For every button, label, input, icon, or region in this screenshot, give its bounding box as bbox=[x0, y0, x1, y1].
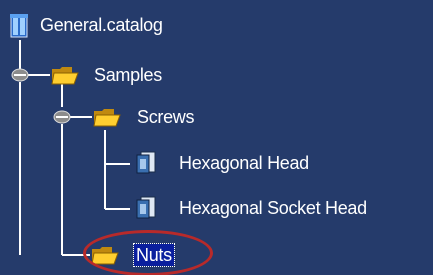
annotation-circle bbox=[83, 230, 213, 275]
open-folder-icon bbox=[93, 109, 121, 127]
tree-node-screws-label: Screws bbox=[137, 107, 195, 127]
catalog-book-icon bbox=[10, 14, 28, 38]
tree-node-root[interactable]: General.catalog bbox=[0, 10, 260, 40]
tree-node-hexagonal-head-label: Hexagonal Head bbox=[179, 153, 309, 173]
tree-node-hexagonal-socket-head-label: Hexagonal Socket Head bbox=[179, 198, 367, 218]
part-document-icon bbox=[136, 196, 156, 219]
tree-node-samples-label: Samples bbox=[94, 65, 162, 85]
tree-node-hexagonal-socket-head[interactable]: Hexagonal Socket Head bbox=[0, 193, 430, 223]
catalog-tree-panel: General.catalog Samples Screws Hexagonal… bbox=[0, 0, 437, 279]
tree-node-root-label: General.catalog bbox=[40, 15, 163, 35]
tree-connector-lines bbox=[19, 40, 130, 256]
tree-node-hexagonal-head[interactable]: Hexagonal Head bbox=[0, 148, 360, 178]
open-folder-icon bbox=[51, 67, 79, 85]
tree-node-samples[interactable]: Samples bbox=[0, 60, 200, 90]
part-document-icon bbox=[136, 151, 156, 174]
tree-node-screws[interactable]: Screws bbox=[0, 102, 220, 132]
